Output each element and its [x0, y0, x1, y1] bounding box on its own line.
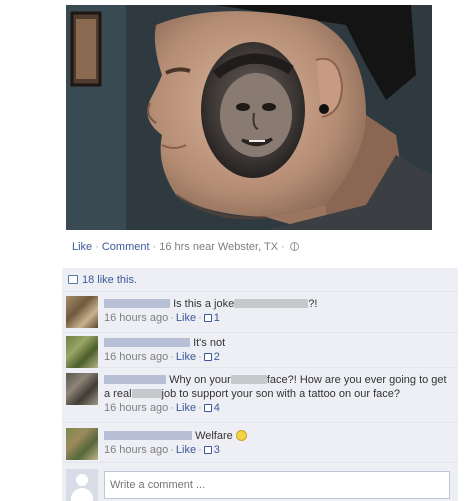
comment-meta: 16 hours ago · Like · 2: [104, 351, 220, 363]
comment-timestamp[interactable]: 16 hours ago: [104, 402, 168, 414]
avatar[interactable]: [66, 336, 98, 368]
comment-item: Is this a joke?! 16 hours ago · Like · 1: [62, 292, 458, 333]
comment-body: Welfare 16 hours ago · Like · 3: [104, 429, 452, 457]
avatar[interactable]: [66, 296, 98, 328]
comment-item: Welfare 16 hours ago · Like · 3: [62, 423, 458, 463]
smiley-icon: [235, 430, 247, 441]
thumbs-up-icon: [203, 446, 212, 454]
default-avatar-icon: [66, 469, 98, 501]
comment-author-redacted[interactable]: [104, 338, 190, 347]
comment-timestamp[interactable]: 16 hours ago: [104, 444, 168, 456]
comment-item: Why on your face?! How are you ever going…: [62, 368, 458, 423]
comment-author-redacted[interactable]: [104, 431, 192, 440]
comment-author-redacted[interactable]: [104, 375, 166, 384]
comment-body: Why on your face?! How are you ever going…: [104, 373, 452, 415]
comment-like-count[interactable]: 2: [214, 351, 220, 363]
likes-count-link[interactable]: 18 like this.: [82, 274, 137, 286]
feedback-box: 18 like this. Is this a joke?! 16 hours …: [62, 268, 458, 501]
comment-item: It's not 16 hours ago · Like · 2: [62, 333, 458, 368]
comment-text: It's not: [193, 337, 226, 349]
comment-text: Is this a joke: [173, 298, 235, 310]
comment-timestamp[interactable]: 16 hours ago: [104, 312, 168, 324]
redacted-text: [234, 299, 309, 308]
comment-body: It's not 16 hours ago · Like · 2: [104, 336, 452, 364]
avatar[interactable]: [66, 373, 98, 405]
comment-text: a real: [104, 388, 132, 400]
redacted-text: [131, 389, 162, 398]
comment-body: Is this a joke?! 16 hours ago · Like · 1: [104, 297, 452, 325]
likes-summary: 18 like this.: [62, 268, 458, 292]
separator: ·: [152, 241, 157, 253]
comment-like-link[interactable]: Like: [176, 444, 196, 456]
comment-author-redacted[interactable]: [104, 299, 170, 308]
comment-like-count[interactable]: 3: [214, 444, 220, 456]
separator: ·: [281, 241, 285, 253]
comment-like-count[interactable]: 1: [214, 312, 220, 324]
globe-icon[interactable]: [289, 242, 299, 251]
post-actions: Like · Comment · 16 hrs near Webster, TX ·: [72, 241, 299, 253]
thumbs-up-icon: [68, 275, 78, 284]
comment-text: face?! How are you ever going to get: [266, 374, 447, 386]
comment-post-link[interactable]: Comment: [102, 241, 150, 253]
comment-text: ?!: [308, 298, 318, 310]
post-photo[interactable]: [66, 5, 432, 230]
comment-composer: [62, 463, 458, 501]
comment-meta: 16 hours ago · Like · 1: [104, 312, 220, 324]
thumbs-up-icon: [203, 353, 212, 361]
like-post-link[interactable]: Like: [72, 241, 92, 253]
comment-like-count[interactable]: 4: [214, 402, 220, 414]
thumbs-up-icon: [203, 404, 212, 412]
comment-like-link[interactable]: Like: [176, 351, 196, 363]
comment-timestamp[interactable]: 16 hours ago: [104, 351, 168, 363]
comment-text: job to support your son with a tattoo on…: [161, 388, 401, 400]
comment-text: Welfare: [195, 430, 233, 442]
comment-input[interactable]: [104, 471, 450, 499]
tattoo-face-photo: [66, 5, 432, 230]
comment-meta: 16 hours ago · Like · 3: [104, 444, 220, 456]
post-timestamp[interactable]: 16 hrs near Webster, TX: [159, 241, 278, 253]
comment-meta: 16 hours ago · Like · 4: [104, 402, 220, 414]
thumbs-up-icon: [203, 314, 212, 322]
separator: ·: [95, 241, 99, 253]
comment-like-link[interactable]: Like: [176, 402, 196, 414]
redacted-text: [230, 375, 267, 384]
comment-text: Why on your: [169, 374, 231, 386]
comment-like-link[interactable]: Like: [176, 312, 196, 324]
avatar[interactable]: [66, 428, 98, 460]
